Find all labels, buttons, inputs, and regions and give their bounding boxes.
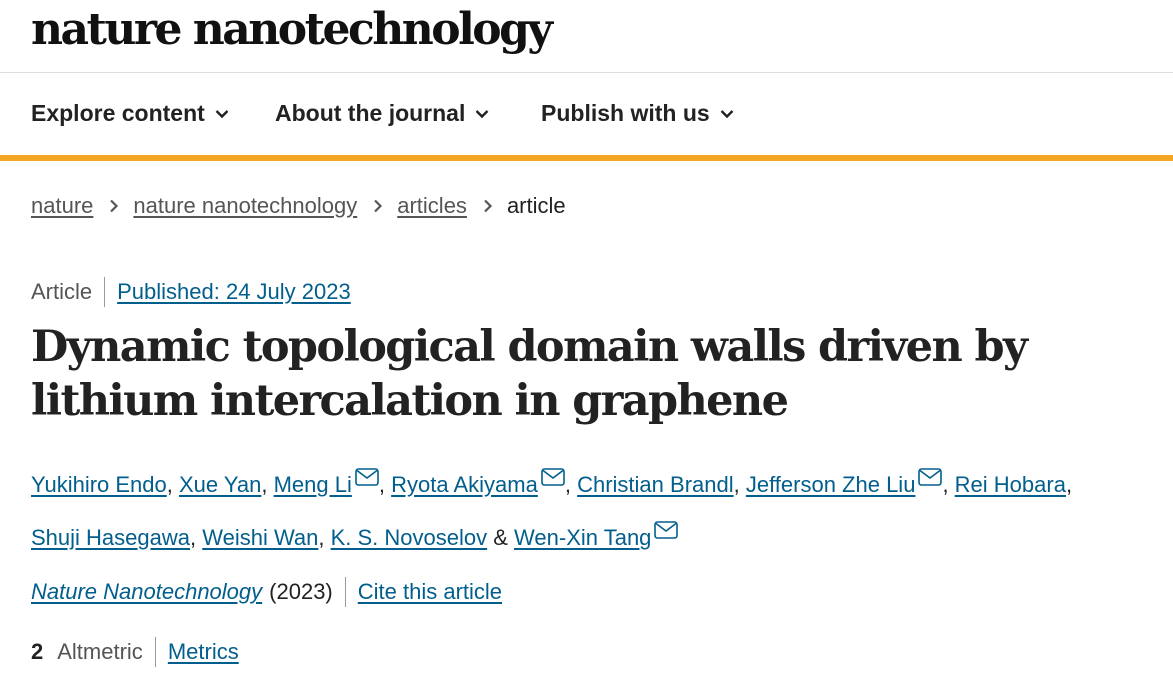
divider — [104, 277, 106, 307]
author-link[interactable]: Christian Brandl — [577, 472, 734, 497]
author-link[interactable]: Meng Li — [274, 472, 352, 497]
cite-this-article-link[interactable]: Cite this article — [358, 579, 502, 605]
mail-icon[interactable] — [654, 508, 679, 555]
breadcrumb: nature nature nanotechnology articles ar… — [31, 193, 566, 219]
author-separator: , — [733, 472, 746, 497]
site-header: nature nanotechnology — [0, 0, 1173, 73]
author-separator: , — [1065, 472, 1073, 497]
mail-icon[interactable] — [918, 455, 943, 502]
author-item: Christian Brandl, — [577, 472, 746, 497]
author-separator: , — [564, 472, 578, 497]
metrics-row: 2 Altmetric Metrics — [31, 637, 239, 667]
breadcrumb-current: article — [506, 193, 566, 218]
chevron-right-icon — [109, 199, 119, 213]
journal-logo[interactable]: nature nanotechnology — [31, 2, 553, 58]
author-item: Wen-Xin Tang — [514, 521, 679, 550]
author-separator: , — [942, 472, 955, 497]
author-link[interactable]: Jefferson Zhe Liu — [746, 472, 916, 497]
nav-explore-content[interactable]: Explore content — [31, 100, 229, 127]
author-separator: , — [378, 472, 392, 497]
author-separator: & — [487, 525, 515, 550]
article-title: Dynamic topological domain walls driven … — [31, 322, 1028, 426]
nav-about-journal[interactable]: About the journal — [275, 100, 489, 127]
published-date-link[interactable]: Published: 24 July 2023 — [117, 279, 351, 305]
chevron-right-icon — [373, 199, 383, 213]
breadcrumb-articles[interactable]: articles — [397, 193, 467, 219]
author-separator: , — [166, 472, 179, 497]
author-item: Weishi Wan, — [202, 525, 330, 550]
nav-item-label: Explore content — [31, 100, 205, 126]
author-item: Shuji Hasegawa, — [31, 525, 202, 550]
breadcrumb-nature[interactable]: nature — [31, 193, 93, 219]
author-link[interactable]: Wen-Xin Tang — [514, 525, 651, 550]
author-item: Jefferson Zhe Liu, — [746, 468, 955, 497]
author-item: Xue Yan, — [179, 472, 274, 497]
chevron-down-icon — [720, 109, 734, 118]
author-link[interactable]: Weishi Wan — [202, 525, 318, 550]
publication-year: (2023) — [269, 579, 333, 604]
divider — [154, 637, 156, 667]
author-item: K. S. Novoselov & — [331, 525, 514, 550]
author-link[interactable]: Yukihiro Endo — [31, 472, 167, 497]
author-link[interactable]: Xue Yan — [179, 472, 261, 497]
divider — [344, 577, 346, 607]
article-meta: Article Published: 24 July 2023 — [31, 277, 351, 307]
chevron-right-icon — [483, 199, 493, 213]
author-item: Meng Li, — [274, 468, 392, 497]
author-link[interactable]: Shuji Hasegawa — [31, 525, 190, 550]
author-link[interactable]: Ryota Akiyama — [391, 472, 538, 497]
author-separator: , — [189, 525, 203, 550]
author-link[interactable]: K. S. Novoselov — [331, 525, 488, 550]
chevron-down-icon — [476, 109, 489, 118]
author-separator: , — [318, 525, 331, 550]
citation-row: Nature Nanotechnology (2023) Cite this a… — [31, 577, 502, 607]
author-item: Yukihiro Endo, — [31, 472, 179, 497]
journal-link[interactable]: Nature Nanotechnology — [31, 579, 262, 605]
mail-icon[interactable] — [355, 455, 379, 502]
author-item: Rei Hobara, — [955, 472, 1072, 497]
breadcrumb-nature-nanotechnology[interactable]: nature nanotechnology — [133, 193, 357, 219]
altmetric-label: Altmetric — [57, 639, 143, 664]
altmetric-score: 2 — [31, 639, 44, 664]
author-item: Ryota Akiyama, — [391, 468, 578, 497]
author-link[interactable]: Rei Hobara — [955, 472, 1066, 497]
author-list: Yukihiro Endo, Xue Yan, Meng Li, Ryota A… — [31, 455, 1161, 561]
chevron-down-icon — [215, 109, 229, 118]
nav-item-label: About the journal — [275, 100, 466, 126]
mail-icon[interactable] — [541, 455, 565, 502]
metrics-link[interactable]: Metrics — [168, 639, 239, 665]
nav-publish-with-us[interactable]: Publish with us — [541, 100, 734, 127]
nav-item-label: Publish with us — [541, 100, 710, 126]
author-separator: , — [261, 472, 274, 497]
article-type: Article — [31, 279, 93, 304]
